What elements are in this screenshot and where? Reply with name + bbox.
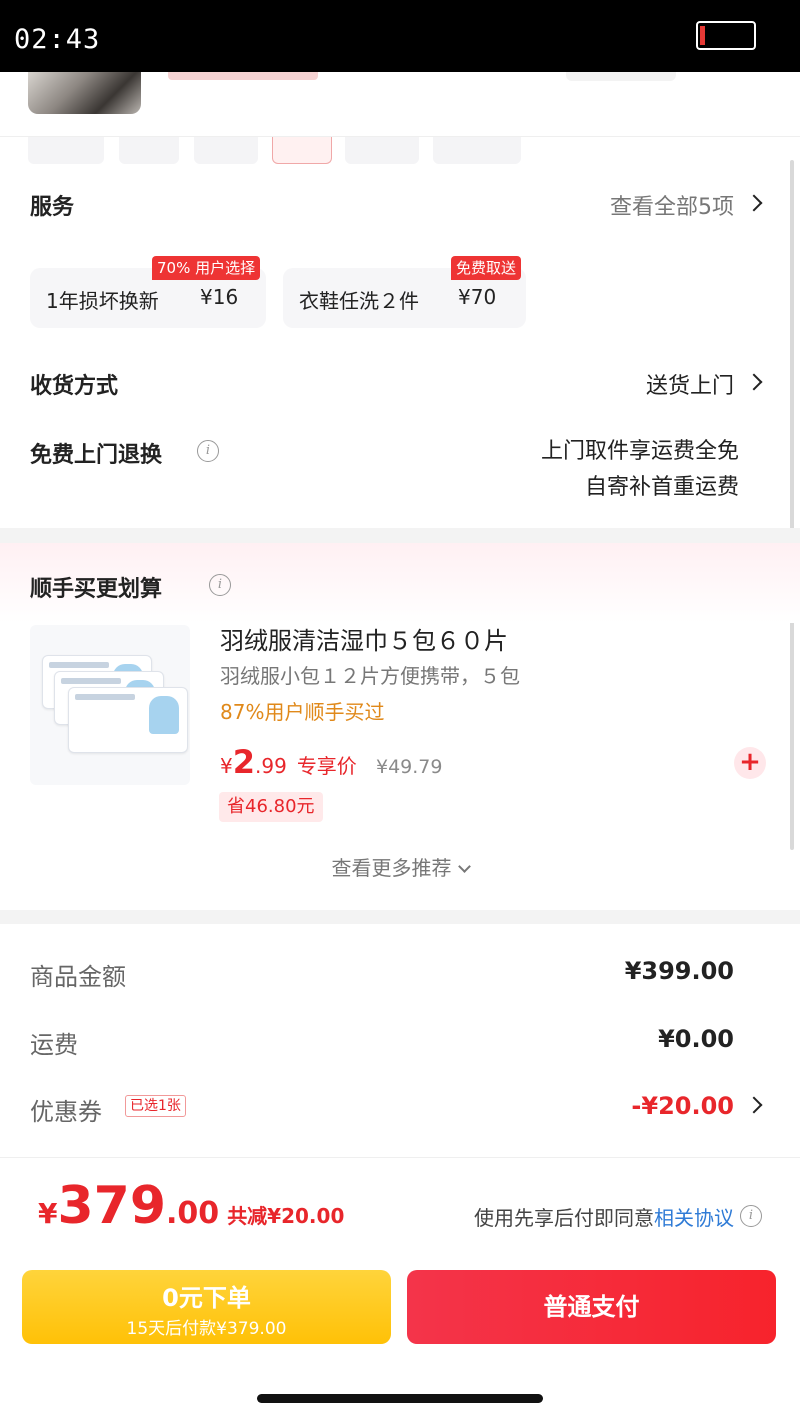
upsell-item-price: ¥2.99 专享价 xyxy=(220,743,357,781)
chevron-right-icon xyxy=(745,373,763,391)
zero-down-label: 0元下单 xyxy=(162,1284,251,1312)
normal-pay-button[interactable]: 普通支付 xyxy=(407,1270,776,1344)
service-name: 衣鞋任洗２件 xyxy=(299,289,419,313)
goods-amount-value: ¥399.00 xyxy=(624,957,734,985)
price-integer: 2 xyxy=(232,743,255,781)
section-divider xyxy=(0,528,800,543)
price-tag: 专享价 xyxy=(296,754,357,778)
view-more-label: 查看更多推荐 xyxy=(331,856,452,880)
coupon-value: -¥20.00 xyxy=(631,1092,734,1120)
divider xyxy=(0,136,800,137)
plus-icon[interactable]: + xyxy=(734,747,766,779)
service-badge: 免费取送 xyxy=(451,256,522,280)
size-option[interactable] xyxy=(194,136,258,164)
view-more-recommendations[interactable]: 查看更多推荐 xyxy=(0,852,800,881)
total-discount: 共减¥20.00 xyxy=(227,1204,345,1228)
delivery-title: 收货方式 xyxy=(30,374,119,399)
scrollbar[interactable] xyxy=(790,160,794,850)
chevron-right-icon xyxy=(745,1096,763,1114)
agreement-prefix: 使用先享后付即同意 xyxy=(474,1206,654,1230)
price-currency: ¥ xyxy=(220,754,233,778)
service-option-laundry[interactable]: 免费取送 衣鞋任洗２件 ¥70 xyxy=(283,256,526,328)
upsell-original-price: ¥49.79 xyxy=(376,756,443,778)
coupon-selected-badge: 已选1张 xyxy=(125,1095,186,1117)
size-option[interactable] xyxy=(433,136,521,164)
agreement-link[interactable]: 相关协议 xyxy=(654,1206,734,1230)
size-option[interactable] xyxy=(345,136,419,164)
upsell-savings-badge: 省46.80元 xyxy=(219,792,323,822)
size-option[interactable] xyxy=(119,136,179,164)
upsell-item-title[interactable]: 羽绒服清洁湿巾５包６０片 xyxy=(220,621,508,656)
upsell-title: 顺手买更划算 xyxy=(30,577,163,602)
delivery-value: 送货上门 xyxy=(645,374,734,399)
status-time: 02:43 xyxy=(14,24,101,55)
section-divider xyxy=(0,910,800,924)
free-return-line2: 自寄补首重运费 xyxy=(584,475,739,500)
upsell-product-image[interactable] xyxy=(30,625,190,785)
shipping-value: ¥0.00 xyxy=(658,1025,734,1053)
shipping-label: 运费 xyxy=(30,1031,78,1059)
home-indicator[interactable] xyxy=(257,1394,543,1403)
service-name: 1年损坏换新 xyxy=(46,289,159,313)
size-selector xyxy=(0,136,800,166)
size-option[interactable] xyxy=(28,136,104,164)
services-view-all-label: 查看全部5项 xyxy=(610,195,734,220)
upsell-item-subtitle: 羽绒服小包１２片方便携带，５包 xyxy=(220,664,520,688)
product-thumbnail[interactable] xyxy=(28,72,141,114)
total-integer: 379 xyxy=(57,1176,167,1236)
service-option-damage-replace[interactable]: 70% 用户选择 1年损坏换新 ¥16 xyxy=(30,256,266,328)
total-currency: ¥ xyxy=(38,1197,58,1230)
upsell-item-popularity: 87%用户顺手买过 xyxy=(220,700,385,724)
coupon-label: 优惠券 xyxy=(30,1098,102,1126)
services-title: 服务 xyxy=(30,195,75,220)
service-price: ¥16 xyxy=(200,285,239,309)
free-return-line1: 上门取件享运费全免 xyxy=(540,439,739,464)
price-decimal: .99 xyxy=(255,754,287,778)
chevron-right-icon xyxy=(745,194,763,212)
service-price: ¥70 xyxy=(458,285,497,309)
chevron-down-icon xyxy=(457,860,471,873)
zero-down-order-button[interactable]: 0元下单 15天后付款¥379.00 xyxy=(22,1270,391,1344)
goods-amount-label: 商品金额 xyxy=(30,963,126,991)
info-icon[interactable]: i xyxy=(209,574,231,596)
product-price-cutoff xyxy=(168,72,318,80)
zero-down-sublabel: 15天后付款¥379.00 xyxy=(126,1319,287,1339)
info-icon[interactable]: i xyxy=(197,440,219,462)
size-option-selected[interactable] xyxy=(272,136,332,164)
battery-icon xyxy=(696,21,756,50)
total-price: ¥379.00 共减¥20.00 xyxy=(38,1176,344,1236)
total-decimal: .00 xyxy=(166,1196,220,1231)
product-action-cutoff[interactable] xyxy=(566,72,676,81)
free-return-title: 免费上门退换 xyxy=(30,443,163,468)
service-badge: 70% 用户选择 xyxy=(152,256,261,280)
status-bar: 02:43 xyxy=(0,0,800,72)
divider xyxy=(0,1157,800,1158)
info-icon[interactable]: i xyxy=(740,1205,762,1227)
agreement-text: 使用先享后付即同意相关协议 xyxy=(474,1202,734,1231)
